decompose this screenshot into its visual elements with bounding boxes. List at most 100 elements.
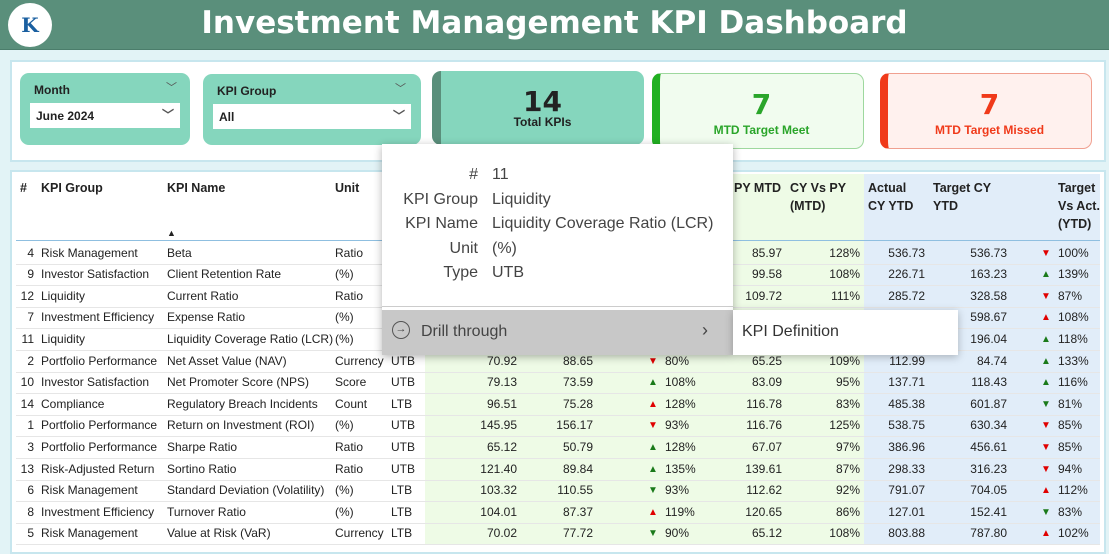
cell-target-cy-ytd: 163.23 bbox=[970, 267, 1007, 282]
cell-py-mtd: 116.76 bbox=[746, 418, 782, 433]
cell-kpi-group: Investment Efficiency bbox=[41, 310, 155, 325]
arrow-down-icon: ▼ bbox=[1041, 506, 1051, 518]
arrow-down-icon: ▼ bbox=[1041, 290, 1051, 302]
cell-target-cy-ytd: 601.87 bbox=[970, 396, 1007, 411]
cell-type: LTB bbox=[391, 526, 413, 541]
cell-actual-cy-mtd: 104.01 bbox=[480, 504, 517, 519]
cell-num: 10 bbox=[20, 375, 34, 390]
cell-actual-cy-ytd: 791.07 bbox=[888, 483, 925, 498]
arrow-up-icon: ▲ bbox=[1041, 485, 1051, 497]
cell-kpi-name: Current Ratio bbox=[167, 288, 239, 303]
cell-kpi-name: Value at Risk (VaR) bbox=[167, 526, 271, 541]
cell-target-vs-act-ytd: 108% bbox=[1058, 310, 1089, 325]
cell-target-vs-act-ytd: 133% bbox=[1058, 353, 1089, 368]
total-kpis-label: Total KPIs bbox=[513, 115, 572, 129]
cell-num: 3 bbox=[27, 439, 34, 454]
chevron-down-icon: ﹀ bbox=[392, 109, 405, 123]
cell-py-mtd: 109.72 bbox=[745, 288, 782, 303]
cell-py-mtd: 85.97 bbox=[751, 245, 782, 260]
arrow-down-icon: ▼ bbox=[648, 528, 658, 540]
kpi-definition-label: KPI Definition bbox=[742, 323, 839, 340]
cell-type: UTB bbox=[391, 418, 415, 433]
cell-target-cy-mtd: 77.72 bbox=[562, 526, 593, 541]
cell-target-cy-ytd: 118.43 bbox=[971, 375, 1007, 390]
cell-kpi-group: Investor Satisfaction bbox=[41, 267, 150, 282]
cell-type: UTB bbox=[391, 439, 415, 454]
cell-kpi-name: Sharpe Ratio bbox=[167, 439, 238, 454]
cell-unit: (%) bbox=[335, 331, 354, 346]
col-header-num[interactable]: # bbox=[20, 179, 27, 197]
col-header-target-vs-act-ytd[interactable]: Target Vs Act. (YTD) bbox=[1058, 179, 1103, 233]
cell-num: 9 bbox=[27, 267, 34, 282]
col-header-target-cy-ytd[interactable]: Target CY YTD bbox=[933, 179, 1003, 215]
cell-actual-cy-ytd: 226.71 bbox=[888, 267, 925, 282]
cell-target-vs-act-mtd: 135% bbox=[665, 461, 696, 476]
cell-kpi-name: Return on Investment (ROI) bbox=[167, 418, 315, 433]
chevron-down-icon[interactable]: ﹀ bbox=[166, 79, 177, 95]
cell-actual-cy-mtd: 96.51 bbox=[486, 396, 517, 411]
cell-cy-vs-py: 83% bbox=[835, 396, 860, 411]
kpi-definition-menu-item[interactable]: KPI Definition bbox=[733, 310, 958, 355]
cell-target-cy-mtd: 110.55 bbox=[557, 483, 593, 498]
cell-target-cy-ytd: 630.34 bbox=[970, 418, 1007, 433]
cell-py-mtd: 116.78 bbox=[746, 396, 782, 411]
month-slicer: Month ﹀ June 2024 ﹀ bbox=[20, 73, 190, 145]
cell-kpi-group: Portfolio Performance bbox=[41, 353, 158, 368]
cell-unit: Currency bbox=[335, 353, 384, 368]
month-dropdown[interactable]: June 2024 ﹀ bbox=[30, 103, 180, 128]
cell-cy-vs-py: 125% bbox=[829, 418, 860, 433]
cell-actual-cy-mtd: 145.95 bbox=[480, 418, 517, 433]
cell-unit: Score bbox=[335, 375, 367, 390]
arrow-up-icon: ▲ bbox=[1041, 269, 1051, 281]
cell-actual-cy-mtd: 65.12 bbox=[486, 439, 517, 454]
cell-cy-vs-py: 111% bbox=[831, 288, 860, 303]
drill-through-menu-item[interactable]: → Drill through › bbox=[382, 310, 733, 355]
col-header-actual-cy-ytd[interactable]: Actual CY YTD bbox=[868, 179, 923, 215]
cell-target-cy-mtd: 73.59 bbox=[562, 375, 593, 390]
arrow-up-icon: ▲ bbox=[648, 506, 658, 518]
cell-actual-cy-ytd: 485.38 bbox=[888, 396, 925, 411]
cell-unit: Ratio bbox=[335, 288, 364, 303]
cell-target-vs-act-mtd: 128% bbox=[665, 396, 696, 411]
tooltip-field-label: KPI Group bbox=[403, 190, 478, 208]
total-kpis-value: 14 bbox=[523, 85, 562, 118]
cell-actual-cy-ytd: 536.73 bbox=[888, 245, 925, 260]
col-header-py-mtd[interactable]: PY MTD bbox=[734, 179, 781, 197]
arrow-up-icon: ▲ bbox=[648, 398, 658, 410]
cell-target-cy-ytd: 704.05 bbox=[970, 483, 1007, 498]
cell-py-mtd: 120.65 bbox=[745, 504, 782, 519]
cell-num: 1 bbox=[27, 418, 34, 433]
cell-kpi-group: Liquidity bbox=[41, 331, 86, 346]
page-title: Investment Management KPI Dashboard bbox=[201, 5, 908, 41]
cell-num: 4 bbox=[27, 245, 34, 260]
arrow-up-icon: ▲ bbox=[648, 377, 658, 389]
cell-target-vs-act-ytd: 100% bbox=[1058, 245, 1089, 260]
cell-py-mtd: 83.09 bbox=[751, 375, 782, 390]
cell-num: 12 bbox=[20, 288, 34, 303]
arrow-down-icon: ▼ bbox=[1041, 247, 1051, 259]
cell-py-mtd: 139.61 bbox=[745, 461, 782, 476]
cell-actual-cy-mtd: 70.02 bbox=[486, 526, 517, 541]
cell-num: 14 bbox=[20, 396, 34, 411]
cell-actual-cy-mtd: 121.40 bbox=[480, 461, 517, 476]
cell-target-vs-act-mtd: 119% bbox=[665, 504, 695, 519]
arrow-up-icon: ▲ bbox=[1041, 312, 1051, 324]
cell-kpi-name: Client Retention Rate bbox=[167, 267, 282, 282]
cell-kpi-name: Regulatory Breach Incidents bbox=[167, 396, 318, 411]
cell-num: 13 bbox=[20, 461, 34, 476]
col-header-kpi-name[interactable]: KPI Name bbox=[167, 179, 225, 197]
cell-cy-vs-py: 86% bbox=[835, 504, 860, 519]
cell-unit: Ratio bbox=[335, 461, 364, 476]
kpi-group-dropdown[interactable]: All ﹀ bbox=[213, 104, 411, 129]
arrow-up-icon: ▲ bbox=[1041, 377, 1051, 389]
col-header-cy-vs-py[interactable]: CY Vs PY (MTD) bbox=[790, 179, 860, 215]
chevron-down-icon[interactable]: ﹀ bbox=[395, 80, 406, 96]
col-header-unit[interactable]: Unit bbox=[335, 179, 359, 197]
tooltip-popup: #11 KPI Group Liquidity KPI Name Liquidity C… bbox=[382, 144, 733, 355]
col-header-kpi-group[interactable]: KPI Group bbox=[41, 179, 103, 197]
cell-target-cy-mtd: 87.37 bbox=[562, 504, 593, 519]
header-bar: K Investment Management KPI Dashboard bbox=[0, 0, 1109, 50]
cell-target-vs-act-ytd: 139% bbox=[1058, 267, 1089, 282]
tooltip-field-value: UTB bbox=[492, 264, 524, 281]
arrow-down-icon: ▼ bbox=[1041, 463, 1051, 475]
